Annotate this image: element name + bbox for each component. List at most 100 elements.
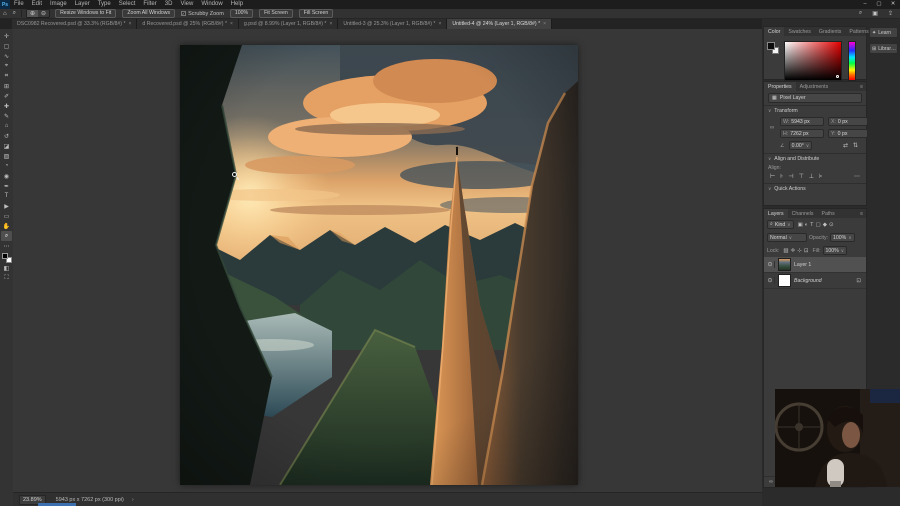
- object-selection-tool[interactable]: ⌖: [1, 61, 12, 71]
- doc-tab-1[interactable]: DSC0982 Recovered.psd @ 33.3% (RGB/8#) *…: [12, 19, 137, 29]
- menu-select[interactable]: Select: [115, 0, 140, 9]
- menu-filter[interactable]: Filter: [139, 0, 160, 9]
- flip-vertical-icon[interactable]: ⇅: [853, 142, 858, 149]
- zoom-100-button[interactable]: 100%: [230, 9, 253, 18]
- align-top-icon[interactable]: ⊤: [799, 173, 804, 180]
- fill-screen-button[interactable]: Fill Screen: [299, 9, 334, 18]
- close-button[interactable]: ✕: [886, 0, 900, 9]
- quick-actions-header[interactable]: ∨ Quick Actions: [764, 183, 866, 194]
- tab-color[interactable]: Color: [764, 27, 784, 36]
- menu-edit[interactable]: Edit: [28, 0, 46, 9]
- transform-section-header[interactable]: ∨ Transform: [764, 105, 866, 116]
- lock-all-icon[interactable]: ⊡: [804, 248, 809, 254]
- menu-help[interactable]: Help: [227, 0, 247, 9]
- tab-paths[interactable]: Paths: [818, 209, 839, 218]
- blur-tool[interactable]: ◔: [1, 161, 12, 171]
- history-brush-tool[interactable]: ↺: [1, 131, 12, 141]
- filter-smart-objects-icon[interactable]: ◆: [823, 222, 827, 228]
- filter-shape-layers-icon[interactable]: ▢: [816, 222, 821, 228]
- doc-tab-5-active[interactable]: Untitled-4 @ 24% (Layer 1, RGB/8#) * ×: [447, 19, 552, 29]
- healing-brush-tool[interactable]: ✚: [1, 101, 12, 111]
- clone-stamp-tool[interactable]: ⌂: [1, 121, 12, 131]
- filter-adjustment-layers-icon[interactable]: ◐: [805, 222, 808, 228]
- workspace-switcher-icon[interactable]: ▣: [869, 10, 881, 17]
- zoom-all-windows-button[interactable]: Zoom All Windows: [122, 9, 175, 18]
- menu-type[interactable]: Type: [94, 0, 115, 9]
- panel-menu-icon[interactable]: ≡: [860, 82, 866, 91]
- maximize-button[interactable]: ▢: [872, 0, 886, 9]
- eraser-tool[interactable]: ◪: [1, 141, 12, 151]
- doc-tab-2[interactable]: d Recovered.psd @ 25% (RGB/8#) * ×: [137, 19, 238, 29]
- opacity-field[interactable]: 100%∨: [830, 233, 855, 242]
- color-swatches[interactable]: [2, 253, 12, 263]
- marquee-tool[interactable]: ▢: [1, 41, 12, 51]
- lasso-tool[interactable]: ∿: [1, 51, 12, 61]
- doc-tab-4-close-icon[interactable]: ×: [438, 21, 441, 27]
- menu-window[interactable]: Window: [197, 0, 226, 9]
- crop-tool[interactable]: ⌗: [1, 71, 12, 81]
- fg-bg-color-widget[interactable]: [767, 42, 779, 54]
- link-dimensions-icon[interactable]: ∞: [768, 125, 776, 131]
- hand-tool[interactable]: ✋: [1, 221, 12, 231]
- screen-mode-button[interactable]: ⛶: [1, 273, 12, 283]
- menu-3d[interactable]: 3D: [161, 0, 177, 9]
- align-bottom-icon[interactable]: ⊧: [819, 173, 822, 180]
- layer-filter-kind[interactable]: ⌕ Kind ∨: [767, 220, 794, 229]
- tab-channels[interactable]: Channels: [788, 209, 818, 218]
- edit-toolbar-button[interactable]: ⋯: [1, 241, 12, 251]
- color-saturation-box[interactable]: [784, 41, 842, 81]
- filter-pixel-layers-icon[interactable]: ▣: [798, 222, 803, 228]
- layer-name[interactable]: Background: [794, 278, 822, 284]
- align-right-icon[interactable]: ⊣: [788, 173, 793, 180]
- learn-panel-button[interactable]: ✦ Learn: [869, 27, 898, 38]
- menu-layer[interactable]: Layer: [71, 0, 94, 9]
- doc-tab-2-close-icon[interactable]: ×: [230, 21, 233, 27]
- search-icon[interactable]: ⌕: [856, 10, 865, 17]
- lock-position-icon[interactable]: ✛: [791, 248, 796, 254]
- minimize-button[interactable]: –: [858, 0, 872, 9]
- canvas-image[interactable]: [180, 45, 578, 485]
- align-more-icon[interactable]: ⋯: [854, 173, 860, 180]
- flip-horizontal-icon[interactable]: ⇄: [843, 142, 848, 149]
- tab-swatches[interactable]: Swatches: [784, 27, 815, 36]
- panel-menu-icon[interactable]: ≡: [860, 209, 866, 218]
- x-position-field[interactable]: X:0 px: [828, 117, 868, 126]
- height-field[interactable]: H:7262 px: [780, 129, 824, 138]
- zoom-in-button[interactable]: ⊕: [27, 10, 38, 17]
- dodge-tool[interactable]: ◉: [1, 171, 12, 181]
- scrubby-zoom-checkbox[interactable]: ✓ Scrubby Zoom: [181, 11, 224, 17]
- rotation-angle-field[interactable]: 0.00° ∨: [789, 141, 812, 150]
- layer-thumbnail[interactable]: [778, 274, 791, 287]
- fill-field[interactable]: 100%∨: [823, 246, 848, 255]
- path-selection-tool[interactable]: ▶: [1, 201, 12, 211]
- status-chevron-icon[interactable]: ›: [132, 497, 134, 503]
- gradient-tool[interactable]: ▨: [1, 151, 12, 161]
- filter-type-layers-icon[interactable]: T: [810, 222, 813, 228]
- zoom-tool-icon[interactable]: ⌕: [10, 10, 19, 17]
- doc-tab-3-close-icon[interactable]: ×: [329, 21, 332, 27]
- home-icon[interactable]: ⌂: [0, 11, 10, 17]
- filter-pin-icon[interactable]: ⊙: [829, 222, 834, 228]
- pen-tool[interactable]: ✒: [1, 181, 12, 191]
- link-layers-icon[interactable]: ∞: [769, 479, 773, 485]
- doc-tab-4[interactable]: Untitled-3 @ 25.3% (Layer 1, RGB/8#) * ×: [338, 19, 447, 29]
- move-tool[interactable]: ✛: [1, 31, 12, 41]
- menu-view[interactable]: View: [176, 0, 197, 9]
- brush-tool[interactable]: ✎: [1, 111, 12, 121]
- align-middle-v-icon[interactable]: ⊥: [809, 173, 814, 180]
- eyedropper-tool[interactable]: ✐: [1, 91, 12, 101]
- width-field[interactable]: W:5943 px: [780, 117, 824, 126]
- layer-name[interactable]: Layer 1: [794, 262, 811, 268]
- fit-screen-button[interactable]: Fit Screen: [259, 9, 293, 18]
- resize-windows-to-fit-button[interactable]: Resize Windows to Fit: [55, 9, 116, 18]
- align-section-header[interactable]: ∨ Align and Distribute: [764, 153, 866, 164]
- menu-file[interactable]: File: [10, 0, 28, 9]
- doc-tab-5-close-icon[interactable]: ×: [543, 21, 546, 27]
- y-position-field[interactable]: Y:0 px: [828, 129, 868, 138]
- rectangle-tool[interactable]: ▭: [1, 211, 12, 221]
- type-tool[interactable]: T: [1, 191, 12, 201]
- visibility-eye-icon[interactable]: ⊙: [766, 261, 775, 268]
- menu-image[interactable]: Image: [46, 0, 71, 9]
- tab-adjustments[interactable]: Adjustments: [796, 82, 833, 91]
- zoom-out-button[interactable]: ⊖: [38, 10, 49, 17]
